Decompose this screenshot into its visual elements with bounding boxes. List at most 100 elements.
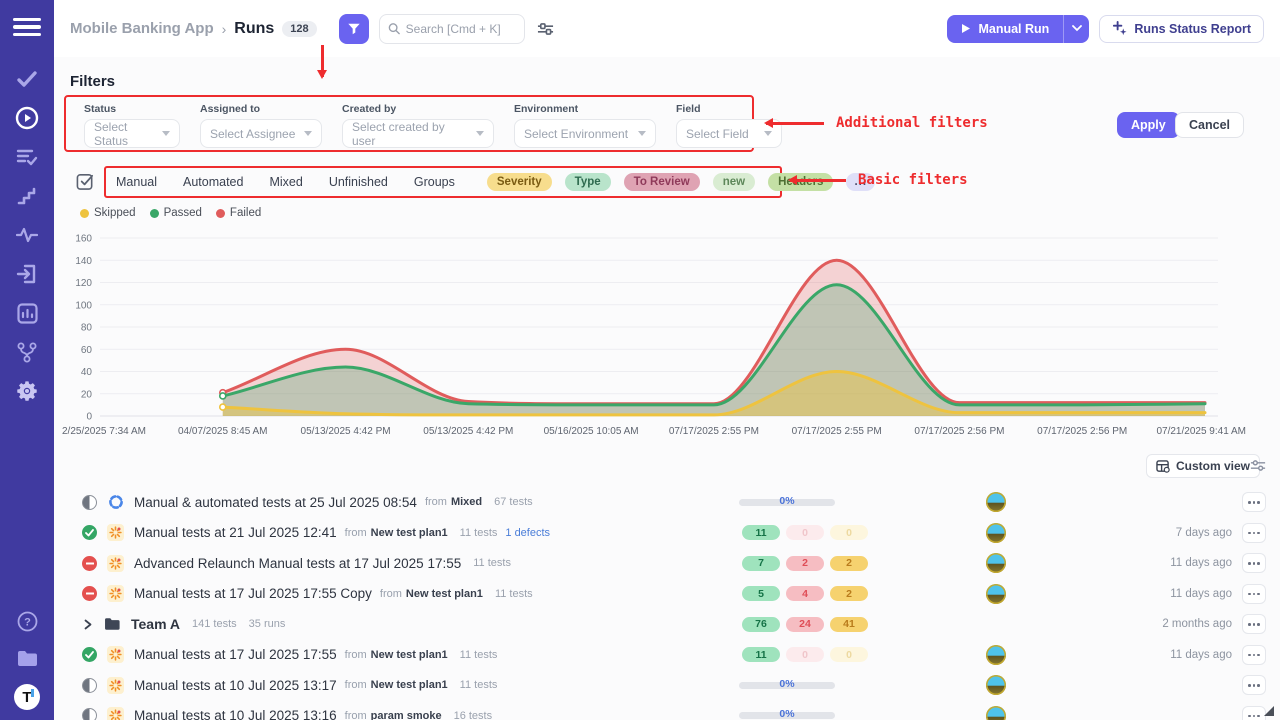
page-title: Runs [234, 20, 274, 38]
run-progress: 0% [739, 708, 835, 720]
result-badges: 76 24 41 [742, 617, 868, 632]
status-passed-icon [82, 647, 97, 662]
run-row[interactable]: Advanced Relaunch Manual tests at 17 Jul… [54, 548, 1280, 579]
runs-status-report-button[interactable]: Runs Status Report [1099, 15, 1264, 43]
run-name[interactable]: Advanced Relaunch Manual tests at 17 Jul… [134, 556, 461, 571]
tests-count: 141 tests [192, 618, 237, 630]
projects-folder-icon[interactable] [15, 647, 39, 669]
environment-select[interactable]: Select Environment [514, 119, 656, 148]
run-name[interactable]: Manual tests at 10 Jul 2025 13:16 [134, 708, 337, 720]
filter-link-groups[interactable]: Groups [414, 175, 455, 189]
search-input[interactable] [406, 22, 516, 36]
svg-text:07/17/2025 2:56 PM: 07/17/2025 2:56 PM [1037, 426, 1127, 437]
annotation-basic-filters: Basic filters [858, 172, 968, 188]
avatar[interactable] [986, 584, 1006, 604]
run-row[interactable]: Manual tests at 17 Jul 2025 17:55 Copy f… [54, 579, 1280, 610]
defects-link[interactable]: 1 defects [505, 527, 550, 539]
row-more-button[interactable] [1242, 584, 1266, 604]
apply-button[interactable]: Apply [1117, 112, 1180, 138]
filter-group-status: Status Select Status [84, 103, 180, 150]
tests-check-icon[interactable] [15, 68, 39, 90]
skipped-badge: 0 [830, 647, 868, 662]
run-row[interactable]: Manual tests at 10 Jul 2025 13:16 from p… [54, 701, 1280, 720]
analytics-icon[interactable] [15, 302, 39, 324]
failed-badge: 0 [786, 647, 824, 662]
filter-chip-to-review[interactable]: To Review [624, 173, 700, 191]
avatar[interactable] [986, 675, 1006, 695]
compose-run-icon[interactable] [76, 172, 95, 196]
mixed-run-icon [107, 494, 124, 511]
filter-label: Environment [514, 103, 656, 115]
legend-item-failed[interactable]: Failed [216, 207, 261, 219]
app-logo[interactable]: T [14, 684, 40, 710]
filter-link-mixed[interactable]: Mixed [269, 175, 302, 189]
run-name[interactable]: Manual tests at 21 Jul 2025 12:41 [134, 525, 337, 540]
pulse-icon[interactable] [15, 224, 39, 246]
manual-run-button[interactable]: Manual Run [947, 15, 1063, 43]
test-plans-icon[interactable] [15, 146, 39, 168]
row-more-button[interactable] [1242, 675, 1266, 695]
assignee-select[interactable]: Select Assignee [200, 119, 322, 148]
status-select[interactable]: Select Status [84, 119, 180, 148]
progress-value: 0% [739, 495, 835, 507]
run-name[interactable]: Manual tests at 17 Jul 2025 17:55 [134, 647, 337, 662]
chevron-down-icon [638, 131, 646, 136]
run-row[interactable]: Manual tests at 21 Jul 2025 12:41 from N… [54, 518, 1280, 549]
runs-play-icon[interactable] [15, 107, 39, 129]
search-box[interactable] [379, 14, 525, 44]
row-more-button[interactable] [1242, 492, 1266, 512]
filter-link-unfinished[interactable]: Unfinished [329, 175, 388, 189]
result-badges: 7 2 2 [742, 556, 868, 571]
row-more-button[interactable] [1242, 553, 1266, 573]
branch-icon[interactable] [15, 341, 39, 363]
manual-run-icon [107, 585, 124, 602]
run-row[interactable]: Manual tests at 17 Jul 2025 17:55 from N… [54, 640, 1280, 671]
breadcrumb-project[interactable]: Mobile Banking App [70, 20, 214, 37]
row-more-button[interactable] [1242, 523, 1266, 543]
run-row[interactable]: Manual tests at 10 Jul 2025 13:17 from N… [54, 670, 1280, 701]
steps-icon[interactable] [15, 185, 39, 207]
search-settings-icon[interactable] [537, 21, 554, 37]
import-icon[interactable] [15, 263, 39, 285]
filter-link-manual[interactable]: Manual [116, 175, 157, 189]
run-source: param smoke [371, 710, 442, 720]
legend-item-skipped[interactable]: Skipped [80, 207, 136, 219]
table-view-icon [1156, 460, 1170, 473]
help-icon[interactable]: ? [15, 610, 39, 632]
failed-badge: 2 [786, 556, 824, 571]
failed-badge: 0 [786, 525, 824, 540]
folder-icon [104, 617, 121, 631]
legend-item-passed[interactable]: Passed [150, 207, 202, 219]
cancel-button[interactable]: Cancel [1175, 112, 1244, 138]
custom-view-button[interactable]: Custom view [1146, 454, 1260, 478]
expand-chevron-icon[interactable] [84, 619, 92, 630]
row-more-button[interactable] [1242, 706, 1266, 720]
avatar[interactable] [986, 706, 1006, 720]
filter-chip-headers[interactable]: Headers [768, 173, 833, 191]
run-name[interactable]: Manual tests at 10 Jul 2025 13:17 [134, 678, 337, 693]
hamburger-menu-icon[interactable] [13, 14, 41, 40]
filter-link-automated[interactable]: Automated [183, 175, 243, 189]
settings-gear-icon[interactable] [15, 380, 39, 402]
filter-chip-type[interactable]: Type [565, 173, 611, 191]
created-by-select[interactable]: Select created by user [342, 119, 494, 148]
manual-run-dropdown-button[interactable] [1063, 15, 1089, 43]
filter-chip-new[interactable]: new [713, 173, 755, 191]
avatar[interactable] [986, 523, 1006, 543]
run-row[interactable]: Manual & automated tests at 25 Jul 2025 … [54, 487, 1280, 518]
runs-trend-chart: 0204060801001201401602/25/2025 7:34 AM04… [60, 230, 1250, 442]
row-more-button[interactable] [1242, 614, 1266, 634]
filter-toggle-button[interactable] [339, 14, 369, 44]
avatar[interactable] [986, 492, 1006, 512]
avatar[interactable] [986, 553, 1006, 573]
view-settings-icon[interactable] [1250, 458, 1266, 478]
filter-chip-severity[interactable]: Severity [487, 173, 552, 191]
tests-count: 11 tests [473, 557, 511, 569]
group-row[interactable]: Team A 141 tests 35 runs 76 24 41 2 mont… [54, 609, 1280, 640]
svg-text:07/17/2025 2:55 PM: 07/17/2025 2:55 PM [792, 426, 882, 437]
avatar[interactable] [986, 645, 1006, 665]
row-more-button[interactable] [1242, 645, 1266, 665]
run-name[interactable]: Manual tests at 17 Jul 2025 17:55 Copy [134, 586, 372, 601]
group-name[interactable]: Team A [131, 616, 180, 632]
run-name[interactable]: Manual & automated tests at 25 Jul 2025 … [134, 495, 417, 510]
